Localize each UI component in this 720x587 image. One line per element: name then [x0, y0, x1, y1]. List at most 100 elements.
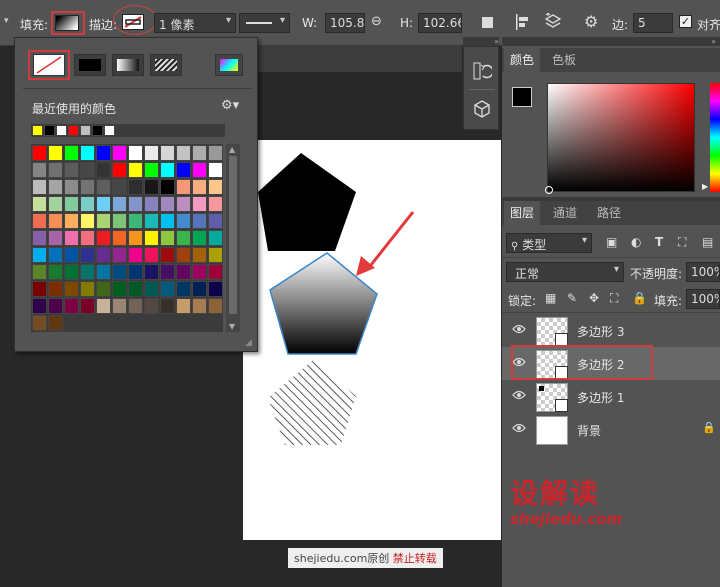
- color-swatch[interactable]: [112, 196, 127, 212]
- visibility-eye-icon[interactable]: [512, 324, 526, 334]
- layer-name[interactable]: 多边形 1: [577, 389, 624, 406]
- visibility-eye-icon[interactable]: [512, 423, 526, 433]
- color-swatch[interactable]: [208, 145, 223, 161]
- color-swatch[interactable]: [64, 230, 79, 246]
- link-icon[interactable]: ⊖: [371, 14, 382, 29]
- lock-pixels-icon[interactable]: ✎: [567, 291, 577, 305]
- tab-channels[interactable]: 通道: [547, 201, 583, 225]
- color-swatch[interactable]: [64, 213, 79, 229]
- tab-color[interactable]: 颜色: [504, 48, 541, 72]
- adjustment-filter-icon[interactable]: ◐: [631, 235, 641, 249]
- layer-filter-dropdown[interactable]: ⚲ 类型 ▾: [506, 233, 592, 253]
- color-swatch[interactable]: [128, 247, 143, 263]
- fill-field[interactable]: 100%: [686, 289, 720, 309]
- color-swatch[interactable]: [176, 196, 191, 212]
- color-swatch[interactable]: [64, 196, 79, 212]
- smart-object-filter-icon[interactable]: ▤: [702, 235, 713, 249]
- type-filter-icon[interactable]: T: [655, 235, 663, 249]
- color-swatch[interactable]: [144, 162, 159, 178]
- color-swatch[interactable]: [80, 179, 95, 195]
- color-swatch[interactable]: [64, 298, 79, 314]
- color-swatch[interactable]: [208, 196, 223, 212]
- color-swatch[interactable]: [112, 298, 127, 314]
- color-swatch[interactable]: [160, 230, 175, 246]
- color-swatch[interactable]: [80, 162, 95, 178]
- gear-icon[interactable]: ⚙▾: [221, 98, 239, 113]
- fill-swatch-button[interactable]: [55, 15, 79, 31]
- color-swatch[interactable]: [80, 230, 95, 246]
- lock-all-icon[interactable]: 🔒: [632, 291, 647, 305]
- color-swatch[interactable]: [160, 179, 175, 195]
- 3d-cube-icon[interactable]: [472, 99, 492, 119]
- color-swatch[interactable]: [80, 196, 95, 212]
- color-swatch[interactable]: [96, 230, 111, 246]
- color-swatch[interactable]: [48, 264, 63, 280]
- color-swatch[interactable]: [48, 162, 63, 178]
- path-arrange-icon[interactable]: [544, 13, 562, 31]
- color-swatch[interactable]: [96, 145, 111, 161]
- layer-row[interactable]: 多边形 1: [502, 380, 720, 413]
- color-swatch[interactable]: [144, 298, 159, 314]
- color-swatch[interactable]: [128, 213, 143, 229]
- color-swatch[interactable]: [112, 213, 127, 229]
- resize-grip-icon[interactable]: ◢: [245, 338, 252, 348]
- polygon-1-shape[interactable]: [268, 360, 356, 445]
- color-swatch[interactable]: [176, 162, 191, 178]
- color-swatch[interactable]: [48, 145, 63, 161]
- color-swatch[interactable]: [112, 281, 127, 297]
- color-swatch[interactable]: [48, 196, 63, 212]
- color-swatch[interactable]: [144, 247, 159, 263]
- recent-color-swatch[interactable]: [56, 125, 67, 136]
- color-swatch[interactable]: [208, 162, 223, 178]
- color-swatch[interactable]: [96, 264, 111, 280]
- scroll-thumb[interactable]: [229, 156, 237, 314]
- layer-row[interactable]: 多边形 3: [502, 314, 720, 347]
- color-swatch[interactable]: [96, 247, 111, 263]
- color-swatch[interactable]: [96, 213, 111, 229]
- color-swatch[interactable]: [96, 298, 111, 314]
- color-swatch[interactable]: [160, 145, 175, 161]
- sides-field[interactable]: 5: [633, 13, 673, 33]
- color-swatch[interactable]: [192, 196, 207, 212]
- gradient-button[interactable]: [112, 54, 144, 76]
- stroke-type-dropdown[interactable]: ▾: [239, 13, 290, 33]
- color-swatch[interactable]: [176, 145, 191, 161]
- color-swatch[interactable]: [176, 264, 191, 280]
- color-swatch[interactable]: [192, 264, 207, 280]
- foreground-color-swatch[interactable]: [512, 87, 532, 107]
- color-swatch[interactable]: [64, 162, 79, 178]
- color-swatch[interactable]: [144, 264, 159, 280]
- color-swatch[interactable]: [80, 264, 95, 280]
- color-swatch[interactable]: [112, 264, 127, 280]
- color-swatch[interactable]: [32, 179, 47, 195]
- path-operations-icon[interactable]: [482, 17, 493, 28]
- color-swatch[interactable]: [128, 298, 143, 314]
- gear-icon[interactable]: ⚙: [584, 12, 598, 31]
- color-swatch[interactable]: [32, 196, 47, 212]
- color-swatch[interactable]: [32, 298, 47, 314]
- color-swatch[interactable]: [208, 247, 223, 263]
- stroke-width-field[interactable]: 1 像素 ▾: [154, 13, 236, 33]
- hue-slider[interactable]: [710, 83, 720, 192]
- color-swatch[interactable]: [96, 162, 111, 178]
- color-swatch[interactable]: [160, 247, 175, 263]
- color-swatch[interactable]: [112, 179, 127, 195]
- color-swatch[interactable]: [160, 213, 175, 229]
- artboard-icon[interactable]: ⛶: [610, 291, 618, 306]
- layer-name[interactable]: 背景: [577, 422, 601, 439]
- recent-color-swatch[interactable]: [92, 125, 103, 136]
- color-swatch[interactable]: [144, 179, 159, 195]
- shape-filter-icon[interactable]: ⛶: [678, 235, 686, 250]
- stroke-swatch-button[interactable]: [122, 14, 144, 30]
- color-swatch[interactable]: [128, 179, 143, 195]
- color-swatch[interactable]: [160, 196, 175, 212]
- path-alignment-icon[interactable]: [516, 14, 530, 30]
- color-swatch[interactable]: [208, 298, 223, 314]
- blend-mode-dropdown[interactable]: 正常 ▾: [506, 262, 624, 282]
- color-swatch[interactable]: [32, 315, 47, 331]
- color-swatch[interactable]: [144, 196, 159, 212]
- color-swatch[interactable]: [208, 281, 223, 297]
- color-swatch[interactable]: [144, 213, 159, 229]
- color-swatch[interactable]: [64, 179, 79, 195]
- recent-color-swatch[interactable]: [44, 125, 55, 136]
